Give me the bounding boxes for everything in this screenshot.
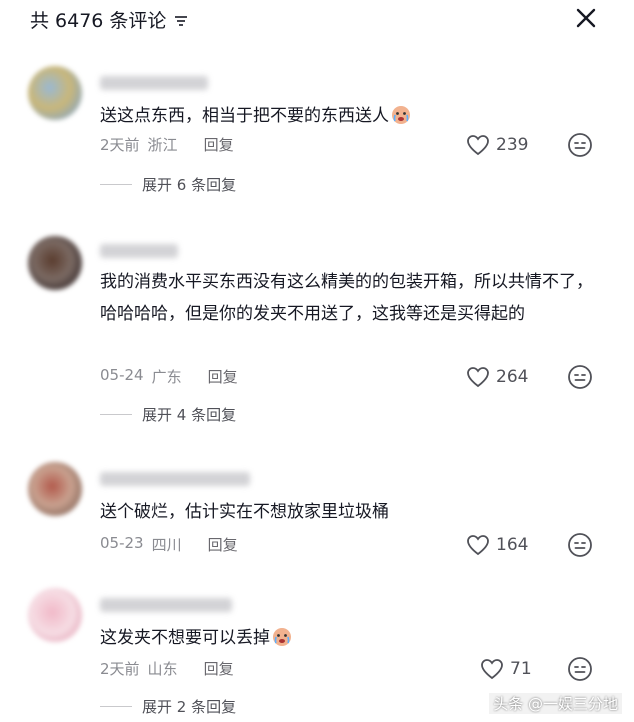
avatar[interactable]	[28, 236, 82, 290]
heart-icon	[481, 659, 503, 680]
comment-meta: 05-24 广东 回复	[100, 366, 238, 387]
expand-divider	[100, 414, 132, 415]
comment-text: 送个破烂，估计实在不想放家里垃圾桶	[100, 496, 600, 528]
like-count: 239	[496, 135, 529, 155]
emoji-reaction-icon[interactable]	[567, 132, 593, 158]
username-blurred[interactable]	[100, 76, 208, 90]
comment-date: 05-23	[100, 534, 144, 552]
like-count: 164	[496, 535, 529, 555]
comment-meta: 05-23 四川 回复	[100, 534, 238, 555]
crying-emoji-icon	[273, 628, 291, 646]
expand-replies-button[interactable]: 展开 4 条回复	[100, 404, 236, 425]
heart-icon	[467, 367, 489, 388]
reply-button[interactable]: 回复	[204, 658, 234, 679]
like-button[interactable]: 71	[480, 658, 532, 680]
comment-text: 这发夹不想要可以丢掉	[100, 622, 600, 654]
username-blurred[interactable]	[100, 598, 232, 612]
avatar[interactable]	[28, 462, 82, 516]
emoji-reaction-icon[interactable]	[567, 532, 593, 558]
comments-header: 共 6476 条评论	[0, 0, 634, 40]
comment-body: 这发夹不想要可以丢掉	[100, 628, 270, 648]
comment-body: 送个破烂，估计实在不想放家里垃圾桶	[100, 502, 389, 522]
emoji-reaction-icon[interactable]	[567, 364, 593, 390]
like-button[interactable]: 164	[466, 534, 528, 556]
comment-body: 我的消费水平买东西没有这么精美的的包装开箱，所以共情不了，哈哈哈哈，但是你的发夹…	[100, 272, 593, 324]
comment-location: 山东	[147, 660, 178, 678]
like-count: 264	[496, 367, 529, 387]
comment-date: 2天前	[100, 660, 140, 678]
emoji-reaction-icon[interactable]	[567, 656, 593, 682]
expand-replies-label: 展开 4 条回复	[142, 406, 237, 424]
expand-replies-label: 展开 6 条回复	[142, 176, 237, 194]
sort-icon[interactable]	[174, 14, 188, 28]
comment-meta: 2天前 浙江 回复	[100, 134, 234, 155]
username-blurred[interactable]	[100, 472, 250, 486]
comment-count-title[interactable]: 共 6476 条评论	[30, 6, 188, 33]
crying-emoji-icon	[392, 106, 410, 124]
comment-location: 广东	[151, 368, 182, 386]
like-button[interactable]: 239	[466, 134, 528, 156]
username-blurred[interactable]	[100, 244, 178, 258]
expand-replies-button[interactable]: 展开 6 条回复	[100, 174, 236, 195]
reply-button[interactable]: 回复	[204, 134, 234, 155]
comment-count-label: 共 6476 条评论	[30, 10, 167, 32]
expand-divider	[100, 706, 132, 707]
like-button[interactable]: 264	[466, 366, 528, 388]
comment-text: 我的消费水平买东西没有这么精美的的包装开箱，所以共情不了，哈哈哈哈，但是你的发夹…	[100, 266, 600, 330]
comment-date: 2天前	[100, 136, 140, 154]
comment-text: 送这点东西，相当于把不要的东西送人	[100, 100, 600, 132]
reply-button[interactable]: 回复	[208, 534, 238, 555]
heart-icon	[467, 135, 489, 156]
comment-location: 浙江	[147, 136, 178, 154]
watermark: 头条 @一娱三分地	[489, 693, 622, 714]
heart-icon	[467, 535, 489, 556]
close-icon[interactable]	[574, 6, 598, 30]
comment-body: 送这点东西，相当于把不要的东西送人	[100, 106, 389, 126]
comment-location: 四川	[151, 536, 182, 554]
avatar[interactable]	[28, 588, 82, 642]
expand-replies-label: 展开 2 条回复	[142, 698, 237, 716]
avatar[interactable]	[28, 66, 82, 120]
expand-divider	[100, 184, 132, 185]
comment-meta: 2天前 山东 回复	[100, 658, 234, 679]
expand-replies-button[interactable]: 展开 2 条回复	[100, 696, 236, 717]
reply-button[interactable]: 回复	[208, 366, 238, 387]
like-count: 71	[510, 659, 532, 679]
comment-date: 05-24	[100, 366, 144, 384]
